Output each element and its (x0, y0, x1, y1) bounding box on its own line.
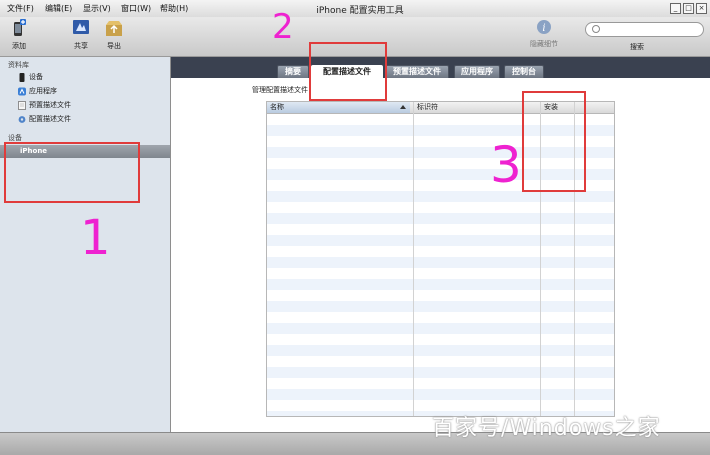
library-header: 资料库 (8, 61, 29, 69)
tab-bar: 摘要 配置描述文件 预置描述文件 应用程序 控制台 (171, 57, 710, 79)
sidebar-item-provisioning-profiles[interactable]: 预置描述文件 (18, 99, 71, 111)
annotation-number-3: 3 (490, 136, 522, 194)
add-device-icon (14, 19, 26, 36)
watermark: 百家号/Windows之家 (432, 416, 661, 441)
sidebar-item-label: 设备 (29, 73, 43, 81)
maximize-button[interactable]: □ (683, 3, 694, 14)
hide-details-label: 隐藏细节 (530, 40, 558, 48)
sidebar-item-configuration-profiles[interactable]: 配置描述文件 (18, 113, 71, 125)
svg-text:i: i (542, 23, 545, 34)
add-button[interactable]: 添加 (8, 19, 30, 51)
search-label: 搜索 (630, 43, 644, 51)
share-icon (73, 20, 89, 34)
share-button[interactable]: 共享 (70, 19, 92, 51)
close-button[interactable]: × (696, 3, 707, 14)
export-box-icon (106, 21, 122, 36)
menu-view[interactable]: 显示(V) (83, 3, 111, 14)
sidebar-item-devices[interactable]: 设备 (18, 71, 43, 83)
tab-applications[interactable]: 应用程序 (454, 65, 500, 79)
tab-console[interactable]: 控制台 (504, 65, 544, 79)
search-input[interactable] (604, 23, 696, 36)
annotation-number-1: 1 (80, 210, 111, 266)
column-header-label: 名称 (270, 103, 284, 111)
sidebar-item-applications[interactable]: 应用程序 (18, 85, 57, 97)
column-header-name[interactable]: 名称 (267, 102, 410, 113)
annotation-box-3 (522, 91, 586, 192)
search-icon (592, 25, 600, 33)
menu-file[interactable]: 文件(F) (7, 3, 34, 14)
menu-help[interactable]: 帮助(H) (160, 3, 188, 14)
menu-window[interactable]: 窗口(W) (121, 3, 151, 14)
sort-ascending-icon (400, 105, 406, 109)
annotation-box-1 (4, 142, 140, 203)
sidebar-item-label: 预置描述文件 (29, 101, 71, 109)
export-label: 导出 (107, 42, 121, 50)
column-header-label: 标识符 (417, 103, 438, 111)
info-icon: i (537, 20, 551, 34)
document-icon (18, 100, 26, 110)
device-icon (19, 72, 25, 82)
menu-bar: 文件(F) 编辑(E) 显示(V) 窗口(W) 帮助(H) iPhone 配置实… (0, 0, 710, 17)
tab-provisioning-profiles[interactable]: 预置描述文件 (385, 65, 449, 79)
column-header-identifier[interactable]: 标识符 (414, 102, 537, 113)
menu-edit[interactable]: 编辑(E) (45, 3, 72, 14)
export-button[interactable]: 导出 (103, 19, 125, 51)
minimize-button[interactable]: _ (670, 3, 681, 14)
annotation-number-2: 2 (272, 7, 294, 47)
tab-summary[interactable]: 摘要 (277, 65, 309, 79)
app-store-icon (18, 87, 26, 95)
gear-icon (18, 115, 26, 123)
section-title: 管理配置描述文件 (252, 86, 308, 94)
sidebar-item-label: 配置描述文件 (29, 115, 71, 123)
search-field[interactable] (585, 22, 704, 37)
hide-details-button[interactable]: i 隐藏细节 (527, 19, 561, 49)
column-divider (413, 102, 414, 416)
annotation-box-2 (309, 42, 387, 101)
add-label: 添加 (12, 42, 26, 50)
sidebar-item-label: 应用程序 (29, 87, 57, 95)
share-label: 共享 (74, 42, 88, 50)
window-title: iPhone 配置实用工具 (316, 6, 404, 16)
